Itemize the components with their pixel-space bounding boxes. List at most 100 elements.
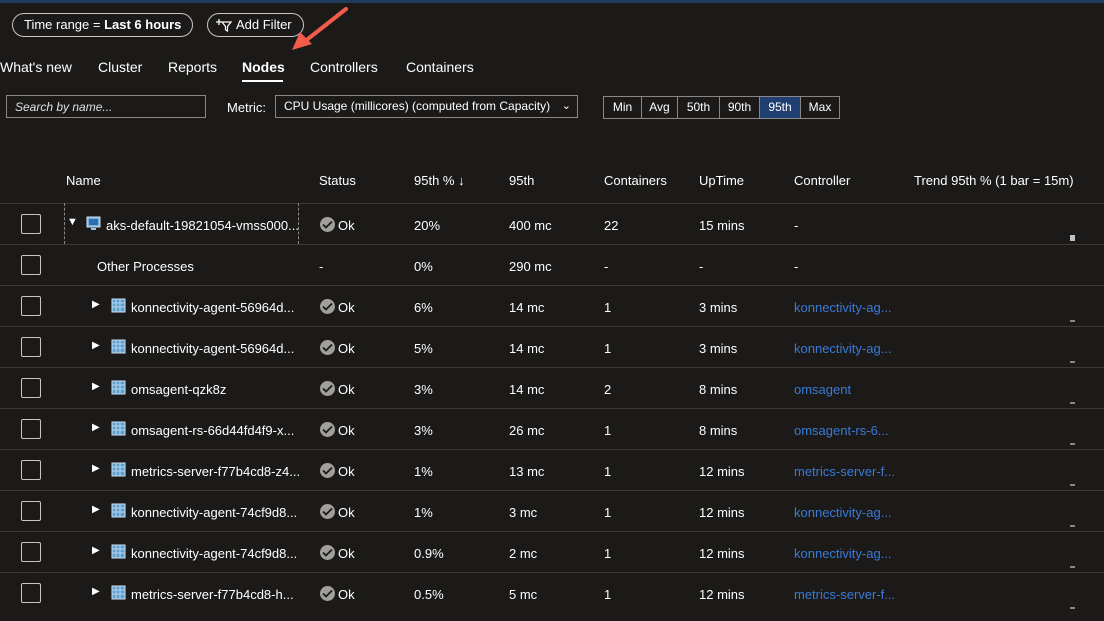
table-row[interactable]: ▼ aks-default-19821054-vmss000... Ok 20%… <box>0 203 1104 245</box>
row-controller-link[interactable]: konnectivity-ag... <box>794 341 892 356</box>
row-uptime: 8 mins <box>699 382 738 397</box>
percentile-90th[interactable]: 90th <box>719 96 759 119</box>
percentile-min[interactable]: Min <box>603 96 641 119</box>
expand-icon[interactable]: ▶ <box>92 422 100 433</box>
row-checkbox[interactable] <box>21 583 41 603</box>
column-header-95th[interactable]: 95th <box>509 173 534 188</box>
row-name[interactable]: konnectivity-agent-56964d... <box>131 341 294 356</box>
row-uptime: 12 mins <box>699 505 745 520</box>
search-input[interactable] <box>6 95 206 118</box>
row-name[interactable]: omsagent-rs-66d44fd4f9-x... <box>131 423 294 438</box>
trend-bar <box>1070 402 1075 404</box>
percentile-max[interactable]: Max <box>800 96 840 119</box>
row-95th-value: 13 mc <box>509 464 545 479</box>
row-name[interactable]: aks-default-19821054-vmss000... <box>106 218 299 233</box>
table-row[interactable]: ▶ konnectivity-agent-74cf9d8... Ok 0.9% … <box>0 531 1104 573</box>
row-containers: 1 <box>604 587 612 602</box>
row-95th-percent: 3% <box>414 382 433 397</box>
row-containers: 1 <box>604 546 612 561</box>
row-95th-value: 400 mc <box>509 218 552 233</box>
expand-icon[interactable]: ▶ <box>92 463 100 474</box>
pod-icon <box>111 380 126 395</box>
active-tab-indicator <box>242 80 283 82</box>
row-95th-value: 2 mc <box>509 546 538 561</box>
row-checkbox[interactable] <box>21 378 41 398</box>
row-checkbox[interactable] <box>21 296 41 316</box>
percentile-95th[interactable]: 95th <box>759 96 800 119</box>
tab-whats-new[interactable]: What's new <box>0 59 72 75</box>
tab-nodes[interactable]: Nodes <box>242 59 285 75</box>
column-header-status[interactable]: Status <box>319 173 356 188</box>
row-controller-link[interactable]: metrics-server-f... <box>794 464 895 479</box>
collapse-icon[interactable]: ▼ <box>67 216 78 228</box>
table-row[interactable]: ▶ metrics-server-f77b4cd8-z4... Ok 1% 13… <box>0 449 1104 491</box>
expand-icon[interactable]: ▶ <box>92 586 100 597</box>
tab-reports[interactable]: Reports <box>168 59 217 75</box>
row-checkbox[interactable] <box>21 255 41 275</box>
row-name[interactable]: konnectivity-agent-74cf9d8... <box>131 546 297 561</box>
row-controller-link[interactable]: konnectivity-ag... <box>794 505 892 520</box>
row-containers: 22 <box>604 218 619 233</box>
add-filter-icon <box>216 19 233 33</box>
expand-icon[interactable]: ▶ <box>92 340 100 351</box>
row-controller-link[interactable]: omsagent-rs-6... <box>794 423 889 438</box>
percentile-50th[interactable]: 50th <box>677 96 719 119</box>
status-ok-icon <box>320 381 335 396</box>
column-header-controller[interactable]: Controller <box>794 173 850 188</box>
row-checkbox[interactable] <box>21 337 41 357</box>
table-row[interactable]: ▶ konnectivity-agent-56964d... Ok 6% 14 … <box>0 285 1104 327</box>
row-95th-percent: 20% <box>414 218 441 233</box>
table-row[interactable]: ▶ konnectivity-agent-56964d... Ok 5% 14 … <box>0 326 1104 368</box>
row-95th-value: 5 mc <box>509 587 538 602</box>
percentile-avg[interactable]: Avg <box>641 96 677 119</box>
row-checkbox[interactable] <box>21 419 41 439</box>
row-controller-link[interactable]: metrics-server-f... <box>794 587 895 602</box>
status-ok-icon <box>320 422 335 437</box>
table-row[interactable]: ▶ metrics-server-f77b4cd8-h... Ok 0.5% 5… <box>0 572 1104 614</box>
expand-icon[interactable]: ▶ <box>92 504 100 515</box>
row-95th-value: 3 mc <box>509 505 538 520</box>
row-95th-percent: 1% <box>414 464 433 479</box>
row-containers: 1 <box>604 423 612 438</box>
tab-containers[interactable]: Containers <box>406 59 474 75</box>
expand-icon[interactable]: ▶ <box>92 381 100 392</box>
row-name[interactable]: konnectivity-agent-56964d... <box>131 300 294 315</box>
status-ok-icon <box>320 586 335 601</box>
column-header-trend[interactable]: Trend 95th % (1 bar = 15m) <box>914 173 1074 188</box>
time-range-prefix: Time range = <box>24 17 105 32</box>
row-controller-link[interactable]: konnectivity-ag... <box>794 300 892 315</box>
time-range-filter[interactable]: Time range = Last 6 hours <box>12 13 194 37</box>
row-checkbox[interactable] <box>21 542 41 562</box>
pod-icon <box>111 462 126 477</box>
row-status: Ok <box>338 423 355 438</box>
tab-controllers[interactable]: Controllers <box>310 59 378 75</box>
table-row[interactable]: ▶ omsagent-qzk8z Ok 3% 14 mc 2 8 mins om… <box>0 367 1104 409</box>
column-header-containers[interactable]: Containers <box>604 173 667 188</box>
column-header-uptime[interactable]: UpTime <box>699 173 744 188</box>
expand-icon[interactable]: ▶ <box>92 299 100 310</box>
metric-dropdown[interactable]: CPU Usage (millicores) (computed from Ca… <box>275 95 578 118</box>
table-row[interactable]: ▶ konnectivity-agent-74cf9d8... Ok 1% 3 … <box>0 490 1104 532</box>
row-name[interactable]: omsagent-qzk8z <box>131 382 226 397</box>
row-name[interactable]: metrics-server-f77b4cd8-z4... <box>131 464 300 479</box>
row-controller-link[interactable]: omsagent <box>794 382 851 397</box>
trend-bar <box>1070 235 1075 241</box>
row-name[interactable]: metrics-server-f77b4cd8-h... <box>131 587 294 602</box>
row-checkbox[interactable] <box>21 214 41 234</box>
row-95th-value: 14 mc <box>509 300 545 315</box>
row-name[interactable]: konnectivity-agent-74cf9d8... <box>131 505 297 520</box>
row-uptime: 3 mins <box>699 341 738 356</box>
row-status: Ok <box>338 341 355 356</box>
row-status: Ok <box>338 382 355 397</box>
table-row[interactable]: ▶ omsagent-rs-66d44fd4f9-x... Ok 3% 26 m… <box>0 408 1104 450</box>
tab-cluster[interactable]: Cluster <box>98 59 142 75</box>
column-header-name[interactable]: Name <box>66 173 101 188</box>
column-header-95th-percent[interactable]: 95th % ↓ <box>414 173 465 188</box>
row-controller-link[interactable]: konnectivity-ag... <box>794 546 892 561</box>
row-status: Ok <box>338 218 355 233</box>
row-checkbox[interactable] <box>21 460 41 480</box>
expand-icon[interactable]: ▶ <box>92 545 100 556</box>
table-row[interactable]: Other Processes - 0% 290 mc - - - <box>0 244 1104 286</box>
pod-icon <box>111 585 126 600</box>
row-checkbox[interactable] <box>21 501 41 521</box>
